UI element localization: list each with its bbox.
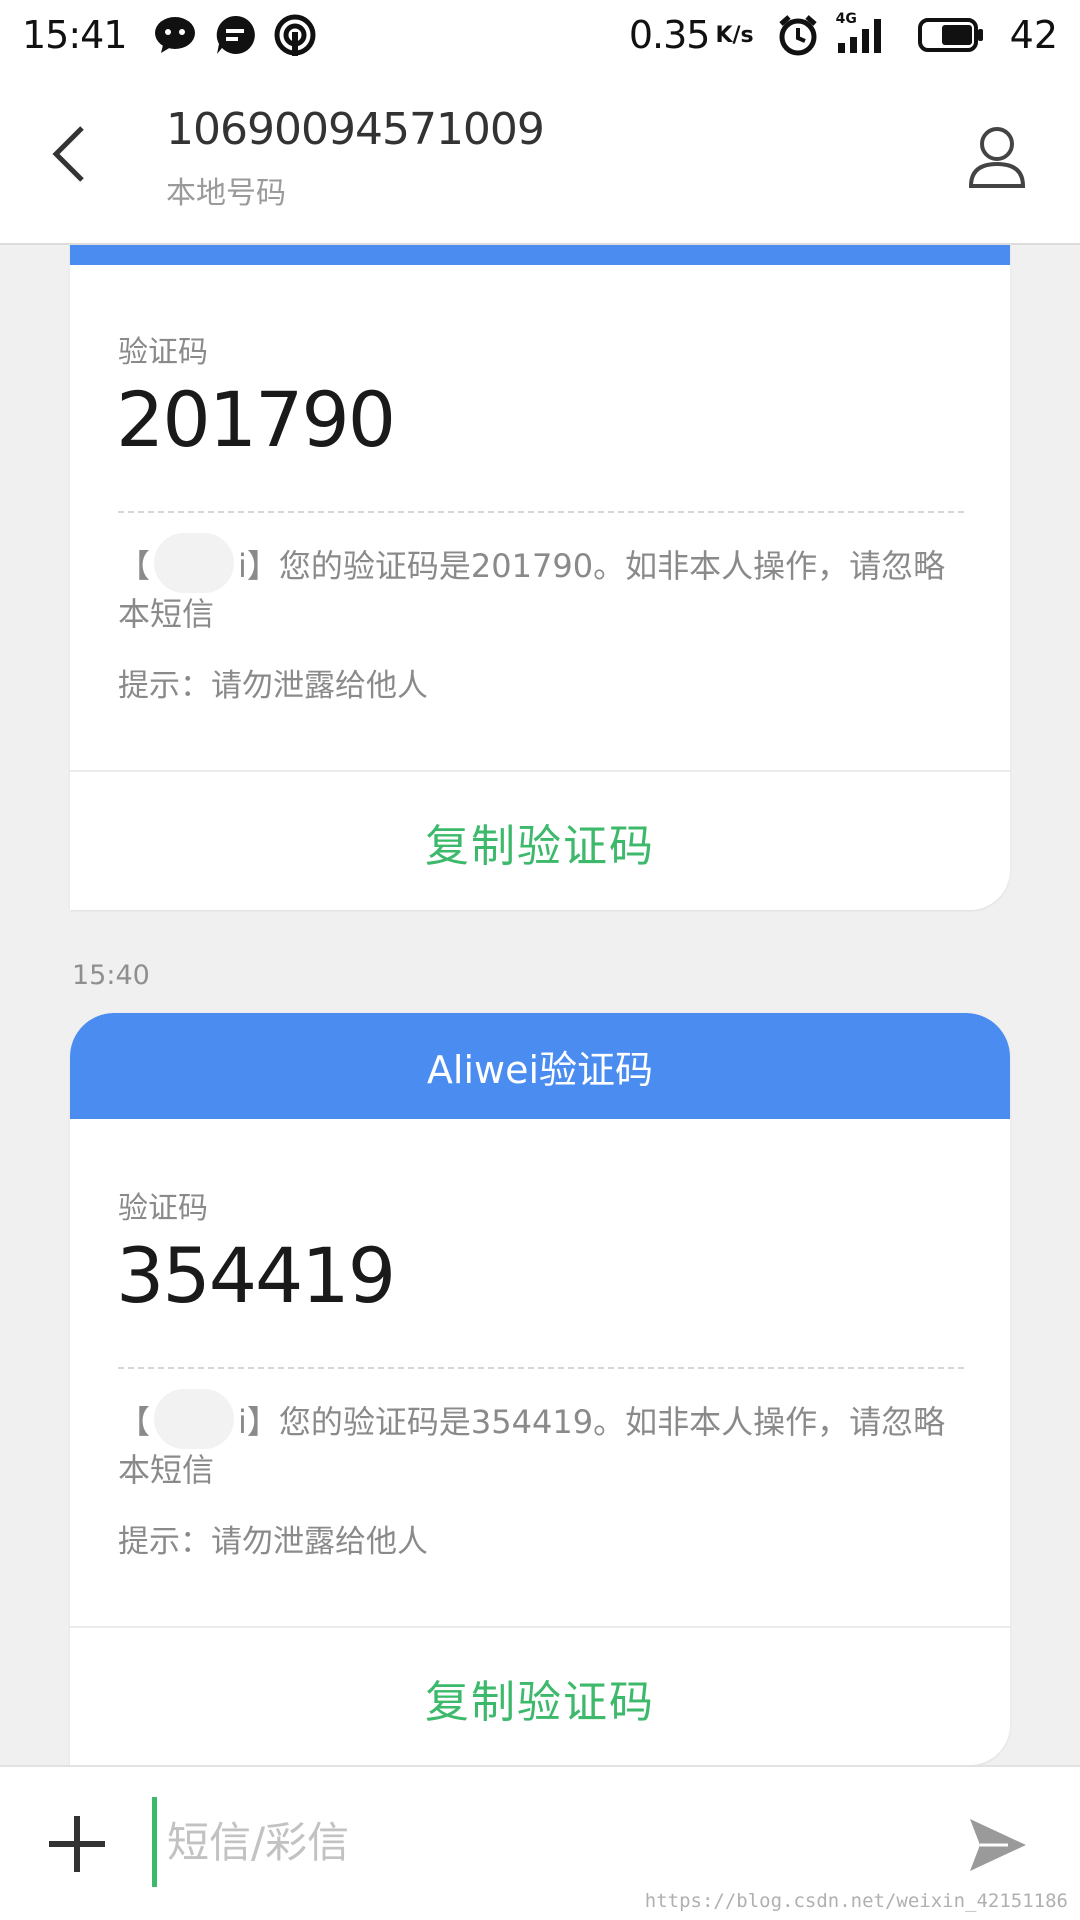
add-attachment-button[interactable]: [42, 1809, 112, 1879]
code-label: 验证码: [118, 1191, 208, 1226]
chat-bubble-icon: [213, 13, 257, 57]
dashed-divider: [118, 1367, 964, 1369]
code-label: 验证码: [118, 335, 208, 370]
message-body-prefix: 【: [118, 1403, 151, 1441]
message-list[interactable]: 验证码 201790 【i】您的验证码是201790。如非本人操作，请忽略本短信…: [0, 245, 1080, 1765]
status-time: 15:41: [22, 13, 128, 57]
copy-code-button[interactable]: 复制验证码: [70, 1628, 1010, 1765]
message-body: 【i】您的验证码是354419。如非本人操作，请忽略本短信: [118, 1389, 958, 1491]
card-title: Aliwei验证码: [426, 1047, 654, 1092]
plus-icon: [49, 1816, 105, 1872]
network-speed-unit: K/s: [715, 22, 754, 48]
network-speed: 0.35: [628, 13, 711, 57]
redacted-sender: [154, 1389, 235, 1449]
hotspot-icon: [273, 13, 317, 57]
message-body-sender-suffix: i: [238, 547, 247, 585]
back-button[interactable]: [30, 114, 110, 194]
verification-code: 201790: [116, 375, 396, 464]
message-card: 验证码 201790 【i】您的验证码是201790。如非本人操作，请忽略本短信…: [70, 245, 1010, 910]
send-icon: [970, 1819, 1026, 1871]
status-bar: 15:41 0.35 K/s 4G 42: [0, 0, 1080, 70]
copy-code-button[interactable]: 复制验证码: [70, 772, 1010, 912]
dashed-divider: [118, 511, 964, 513]
message-timestamp: 15:40: [72, 960, 150, 991]
redacted-sender: [154, 533, 235, 593]
verification-code: 354419: [116, 1231, 396, 1320]
back-arrow-icon: [52, 126, 84, 182]
wechat-icon: [153, 13, 197, 57]
status-left: 15:41: [22, 13, 333, 57]
contact-details-button[interactable]: [954, 114, 1040, 200]
signal-icon: 4G: [835, 11, 892, 57]
contact-number: 10690094571009: [166, 104, 545, 155]
message-hint: 提示：请勿泄露给他人: [118, 1524, 428, 1560]
message-input[interactable]: [152, 1797, 912, 1887]
card-header-bar: Aliwei验证码: [70, 1013, 1010, 1119]
message-body-prefix: 【: [118, 547, 151, 585]
watermark-url: https://blog.csdn.net/weixin_42151186: [644, 1890, 1068, 1912]
send-button[interactable]: [960, 1807, 1036, 1883]
alarm-icon: [776, 13, 820, 57]
conversation-header: 10690094571009 本地号码: [0, 70, 1080, 245]
battery-level: 42: [1009, 13, 1058, 57]
card-header-bar: [70, 245, 1010, 265]
battery-icon: [917, 13, 984, 57]
message-card: Aliwei验证码 验证码 354419 【i】您的验证码是354419。如非本…: [70, 1013, 1010, 1765]
network-type-label: 4G: [835, 11, 857, 27]
contact-person-icon: [968, 127, 1026, 188]
status-right: 0.35 K/s 4G 42: [628, 11, 1058, 57]
message-body: 【i】您的验证码是201790。如非本人操作，请忽略本短信: [118, 533, 958, 635]
contact-subtitle: 本地号码: [166, 176, 286, 211]
message-body-sender-suffix: i: [238, 1403, 247, 1441]
message-hint: 提示：请勿泄露给他人: [118, 668, 428, 704]
